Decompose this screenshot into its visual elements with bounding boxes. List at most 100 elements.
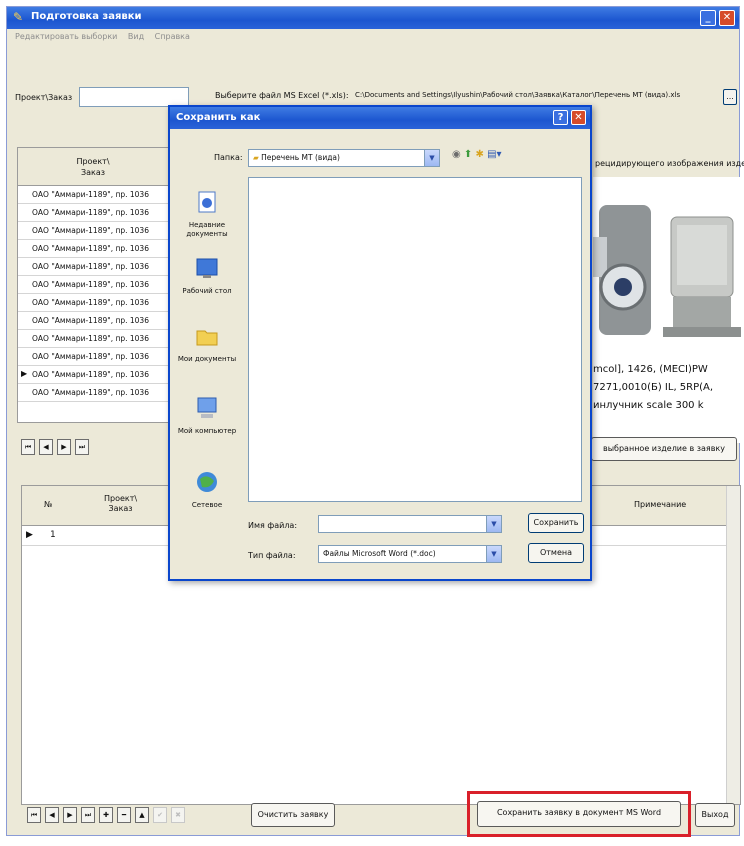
window-titlebar: ✎ Подготовка заявки _ ✕ [7,7,739,29]
new-folder-icon[interactable]: ✱ [476,149,484,160]
place-my-documents[interactable]: Мои документы [176,323,238,364]
product-caption: mcol], 1426, (MECI)PW 7271,0010(Б) IL, 5… [593,361,713,415]
place-recent[interactable]: Недавние документы [176,189,238,239]
dialog-save-button[interactable]: Сохранить [528,513,584,533]
view-menu-icon[interactable]: ▤▾ [487,149,501,160]
first-record-icon[interactable]: ⏮ [21,439,35,455]
place-label: Мои документы [177,355,237,363]
caption-line: mcol], 1426, (MECI)PW [593,364,708,375]
table-row[interactable]: ОАО "Аммари-1189", пр. 1036 [18,348,168,366]
dialog-cancel-button[interactable]: Отмена [528,543,584,563]
filetype-value: Файлы Microsoft Word (*.doc) [323,549,436,558]
caption-line: инлучник scale 300 k [593,400,704,411]
browse-button[interactable]: ... [723,89,737,105]
folder-toolbar: ◉ ⬆ ✱ ▤▾ [452,149,532,167]
menu-item-help[interactable]: Справка [155,32,190,41]
filetype-label: Тип файла: [248,551,296,560]
clear-order-button[interactable]: Очистить заявку [251,803,335,827]
next-record-icon[interactable]: ▶ [57,439,71,455]
row-text: ОАО "Аммари-1189", пр. 1036 [32,244,149,253]
row-text: ОАО "Аммари-1189", пр. 1036 [32,298,149,307]
table-row[interactable]: ОАО "Аммари-1189", пр. 1036 [18,186,168,204]
window-title: Подготовка заявки [31,11,142,22]
last-record-icon[interactable]: ⏭ [75,439,89,455]
row-text: ОАО "Аммари-1189", пр. 1036 [32,262,149,271]
menu-item-view[interactable]: Вид [128,32,144,41]
exit-button[interactable]: Выход [695,803,735,827]
insert-record-icon[interactable]: ✚ [99,807,113,823]
table-row[interactable]: ОАО "Аммари-1189", пр. 1036 [18,330,168,348]
app-pencil-icon: ✎ [13,10,24,24]
post-record-icon[interactable]: ✔ [153,807,167,823]
row-text: ОАО "Аммари-1189", пр. 1036 [32,208,149,217]
table-row-selected[interactable]: ▶ ОАО "Аммари-1189", пр. 1036 [18,366,168,384]
delete-record-icon[interactable]: ━ [117,807,131,823]
col-note-header: Примечание [634,500,687,509]
row-text: ОАО "Аммари-1189", пр. 1036 [32,388,149,397]
save-as-dialog: Сохранить как ? ✕ Папка: ▰ Перечень МТ (… [168,105,592,581]
up-folder-icon[interactable]: ⬆ [464,149,472,160]
file-list[interactable] [248,177,582,502]
projects-grid: Проект\ Заказ ОАО "Аммари-1189", пр. 103… [17,147,169,423]
table-row[interactable]: ОАО "Аммари-1189", пр. 1036 [18,204,168,222]
row-number: 1 [50,530,56,540]
table-row[interactable]: ОАО "Аммари-1189", пр. 1036 [18,276,168,294]
col-order-line2: Заказ [108,504,133,513]
table-row[interactable]: ОАО "Аммари-1189", пр. 1036 [18,222,168,240]
row-pointer-icon: ▶ [26,530,33,540]
chevron-down-icon: ▼ [486,546,501,562]
col-order-header: Проект\ Заказ [104,494,137,514]
order-input[interactable] [79,87,189,107]
minimize-button[interactable]: _ [700,10,716,26]
row-text: ОАО "Аммари-1189", пр. 1036 [32,352,149,361]
edit-record-icon[interactable]: ▲ [135,807,149,823]
prev-record-icon[interactable]: ◀ [39,439,53,455]
close-window-button[interactable]: ✕ [719,10,735,26]
grid-header-line1: Проект\ [76,157,110,166]
menu-item-edit-selections[interactable]: Редактировать выборки [15,32,117,41]
network-globe-icon [197,472,217,492]
place-label: Рабочий стол [182,287,232,295]
first-record-icon[interactable]: ⏮ [27,807,41,823]
row-text: ОАО "Аммари-1189", пр. 1036 [32,190,149,199]
filename-label: Имя файла: [248,521,298,530]
folder-select[interactable]: ▰ Перечень МТ (вида) ▼ [248,149,440,167]
dialog-close-button[interactable]: ✕ [571,110,586,125]
chevron-down-icon: ▼ [424,150,439,166]
menubar: Редактировать выборки Вид Справка [7,29,739,45]
place-my-computer[interactable]: Мой компьютер [176,395,238,436]
vertical-scrollbar[interactable] [726,486,740,804]
table-row[interactable]: ОАО "Аммари-1189", пр. 1036 [18,312,168,330]
place-network[interactable]: Сетевое [176,469,238,510]
chevron-down-icon: ▼ [486,516,501,532]
row-text: ОАО "Аммари-1189", пр. 1036 [32,226,149,235]
table-row[interactable]: ОАО "Аммари-1189", пр. 1036 [18,294,168,312]
table-row[interactable]: ОАО "Аммари-1189", пр. 1036 [18,384,168,402]
desktop-icon [196,258,218,278]
place-label: Недавние документы [186,221,228,238]
recent-documents-icon [198,191,216,213]
next-record-icon[interactable]: ▶ [63,807,77,823]
table-row[interactable]: ОАО "Аммари-1189", пр. 1036 [18,240,168,258]
my-computer-icon [197,397,217,418]
help-button[interactable]: ? [553,110,568,125]
prev-record-icon[interactable]: ◀ [45,807,59,823]
grid-header-line2: Заказ [80,168,106,177]
back-icon[interactable]: ◉ [452,149,461,160]
col-num-header: № [44,500,53,509]
table-row[interactable]: ОАО "Аммари-1189", пр. 1036 [18,258,168,276]
filetype-select[interactable]: Файлы Microsoft Word (*.doc) ▼ [318,545,502,563]
save-to-word-button[interactable]: Сохранить заявку в документ MS Word [477,801,681,827]
dialog-title: Сохранить как [176,112,261,123]
places-bar: Недавние документы Рабочий стол Мои доку… [176,167,238,567]
last-record-icon[interactable]: ⏭ [81,807,95,823]
add-to-order-button[interactable]: выбранное изделие в заявку [591,437,737,461]
caption-line: 7271,0010(Б) IL, 5RP(A, [593,382,714,393]
place-desktop[interactable]: Рабочий стол [176,255,238,296]
cancel-record-icon[interactable]: ✖ [171,807,185,823]
col-order-line1: Проект\ [104,494,138,503]
folder-icon: ▰ [253,153,262,162]
image-panel-header: рецидирующего изображения изделия [595,159,744,168]
row-text: ОАО "Аммари-1189", пр. 1036 [32,316,149,325]
filename-input[interactable]: ▼ [318,515,502,533]
